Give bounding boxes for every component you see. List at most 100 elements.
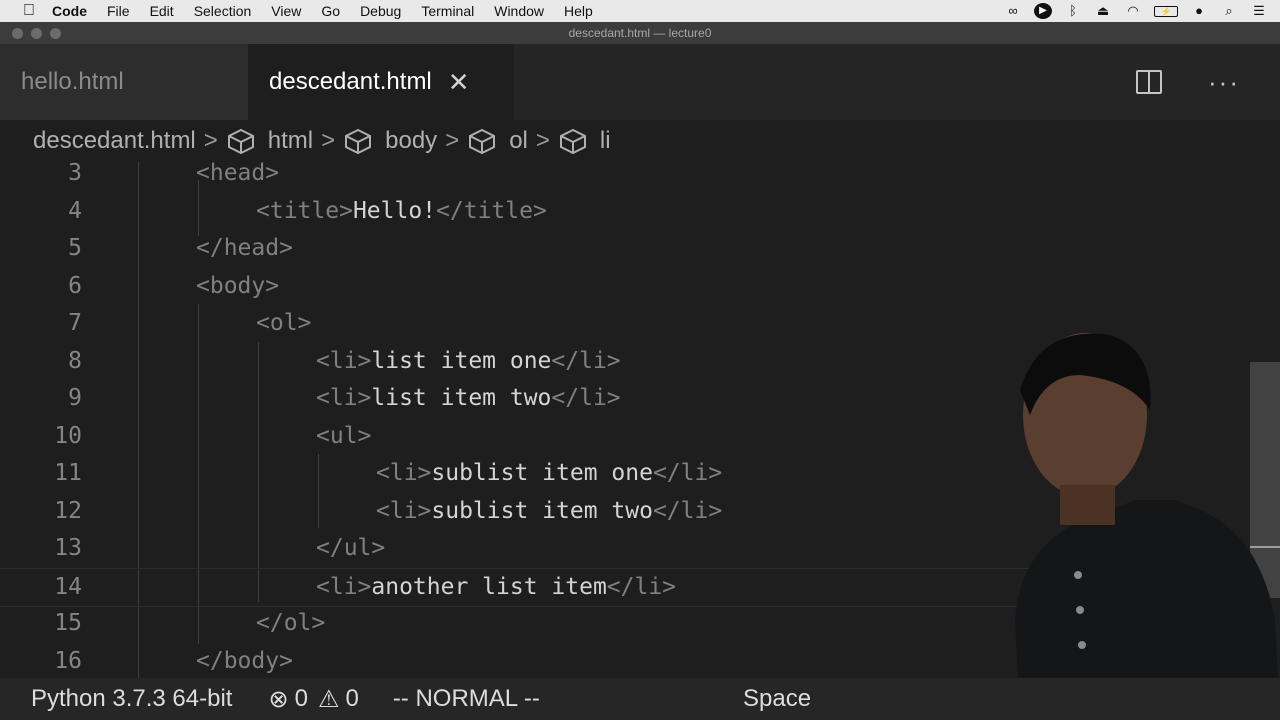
line-number: 7 [68,310,82,336]
menu-code[interactable]: Code [52,0,87,22]
problems-indicator[interactable]: ⊗ 0 ⚠ 0 [268,685,368,714]
zoom-window-button[interactable] [50,28,61,39]
html-tag-token: </li> [551,347,621,374]
breadcrumb-html[interactable]: html [226,127,313,155]
code-text: <li>sublist item one</li> [376,455,722,492]
tab-actions: ··· [1136,44,1280,120]
code-line[interactable]: 6 <body> [0,268,1240,305]
html-tag-token: <head> [196,162,280,186]
code-text: </ol> [256,605,325,642]
text-token: list item two [371,385,552,411]
code-line[interactable]: 4 <title>Hello!</title> [0,193,1240,230]
html-tag-token: </ul> [316,535,386,561]
tab-hello-html[interactable]: hello.html [0,44,248,120]
line-number: 13 [54,535,82,561]
code-line[interactable]: 5 </head> [0,230,1240,267]
code-text: </body> [196,643,293,679]
menu-help[interactable]: Help [564,0,593,22]
cube-icon [345,128,372,155]
glasses-icon[interactable]: ∞ [1004,3,1022,19]
html-tag-token: </li> [606,573,677,600]
chevron-right-icon: > [321,127,336,154]
window-controls [12,28,69,39]
menu-extras: ∞ ▶ ᛒ ⏏ ◠ ⚡ ● ⌕ ☰ [1004,0,1280,22]
html-tag-token: <ol> [256,310,312,336]
breadcrumb-li[interactable]: li [558,127,611,155]
error-icon: ⊗ [268,685,289,713]
html-tag-token: </li> [551,385,621,411]
line-number: 12 [54,497,82,524]
apple-logo-icon[interactable]:  [20,0,38,22]
line-number: 5 [68,235,82,261]
line-number: 4 [68,197,82,224]
play-circle-icon[interactable]: ▶ [1034,3,1052,19]
breadcrumb: descedant.html > html > body > ol > li [0,120,1280,162]
more-actions-icon[interactable]: ··· [1208,67,1240,98]
html-tag-token: </li> [652,497,723,524]
editor-tab-bar: hello.html descedant.html ✕ ··· [0,44,1280,120]
code-text: <head> [196,162,279,192]
user-icon[interactable]: ● [1190,3,1208,19]
code-text: <li>sublist item two</li> [376,493,722,530]
breadcrumb-ol[interactable]: ol [467,127,528,155]
presenter-video-overlay [1015,333,1280,720]
menu-edit[interactable]: Edit [150,0,174,22]
html-tag-token: <ul> [316,422,372,449]
tab-descedant-html[interactable]: descedant.html ✕ [248,44,514,120]
warning-icon: ⚠ [317,685,340,713]
cube-icon [559,128,586,155]
python-interpreter[interactable]: Python 3.7.3 64-bit [31,685,232,713]
breadcrumb-body[interactable]: body [343,127,437,155]
code-line[interactable]: 3 <head> [0,162,1240,192]
text-token: list item one [371,347,552,374]
window-titlebar: descedant.html — lecture0 [0,22,1280,44]
code-text: <ul> [316,418,371,455]
html-tag-token: </li> [652,460,723,486]
code-text: </ul> [316,530,385,567]
html-tag-token: </title> [436,197,547,224]
breadcrumb-file[interactable]: descedant.html [33,127,196,155]
code-text: <li>list item one</li> [316,343,621,380]
menu-view[interactable]: View [271,0,301,22]
bluetooth-icon[interactable]: ᛒ [1064,3,1082,19]
text-token: sublist item two [431,497,653,524]
battery-icon[interactable]: ⚡ [1154,5,1178,17]
breadcrumb-label: body [385,127,438,154]
line-number: 8 [68,347,82,374]
mac-menu-bar:  Code File Edit Selection View Go Debug… [0,0,1280,22]
status-bar: Python 3.7.3 64-bit ⊗ 0 ⚠ 0 -- NORMAL --… [0,678,1280,720]
menu-window[interactable]: Window [494,0,544,22]
line-number: 3 [68,162,82,186]
close-icon[interactable]: ✕ [448,67,470,98]
menu-file[interactable]: File [107,0,130,22]
line-number: 14 [54,573,82,600]
error-count: 0 [294,685,308,712]
code-text: </head> [196,230,293,267]
html-tag-token: </ol> [256,610,326,636]
minimize-window-button[interactable] [31,28,42,39]
line-number: 15 [54,610,82,636]
chevron-right-icon: > [203,127,218,154]
menu-terminal[interactable]: Terminal [421,0,474,22]
chevron-right-icon: > [535,127,550,154]
split-editor-icon[interactable] [1136,70,1163,94]
indentation-setting[interactable]: Space [743,678,811,720]
close-window-button[interactable] [12,28,23,39]
menu-debug[interactable]: Debug [360,0,401,22]
eject-icon[interactable]: ⏏ [1094,3,1112,19]
code-text: <li>another list item</li> [316,569,676,606]
tab-label: hello.html [21,68,124,95]
text-token: Hello! [352,197,437,224]
search-icon[interactable]: ⌕ [1220,3,1238,19]
breadcrumb-label: li [599,127,611,154]
vim-mode: -- NORMAL -- [392,685,540,712]
code-text: <li>list item two</li> [316,380,621,417]
wifi-icon[interactable]: ◠ [1124,3,1142,19]
cube-icon [469,128,496,155]
menu-go[interactable]: Go [321,0,340,22]
line-number: 16 [54,647,82,674]
html-tag-token: <li> [376,497,432,524]
html-tag-token: <li> [376,460,432,486]
list-icon[interactable]: ☰ [1250,3,1268,19]
menu-selection[interactable]: Selection [194,0,252,22]
